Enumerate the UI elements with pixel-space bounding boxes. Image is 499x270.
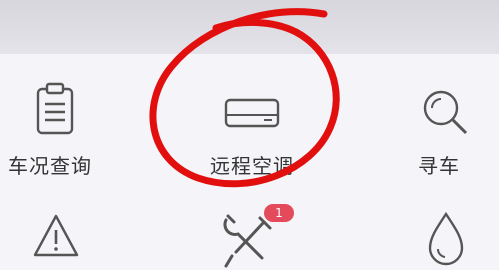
air-conditioner-icon xyxy=(224,98,280,128)
find-car-label: 寻车 xyxy=(418,154,460,178)
water-drop-icon xyxy=(428,211,464,266)
clipboard-icon xyxy=(36,82,74,135)
header-area xyxy=(0,0,499,54)
notification-badge: 1 xyxy=(264,204,294,222)
vehicle-status-label: 车况查询 xyxy=(8,154,92,178)
fluid-tile[interactable] xyxy=(400,205,499,270)
vehicle-status-tile[interactable]: 车况查询 xyxy=(0,70,110,180)
search-icon xyxy=(423,90,468,135)
remote-ac-tile[interactable]: 远程空调 xyxy=(190,70,310,180)
warning-tile[interactable] xyxy=(0,205,110,270)
remote-ac-label: 远程空调 xyxy=(210,154,294,178)
warning-triangle-icon xyxy=(33,214,79,257)
find-car-tile[interactable]: 寻车 xyxy=(400,70,499,180)
